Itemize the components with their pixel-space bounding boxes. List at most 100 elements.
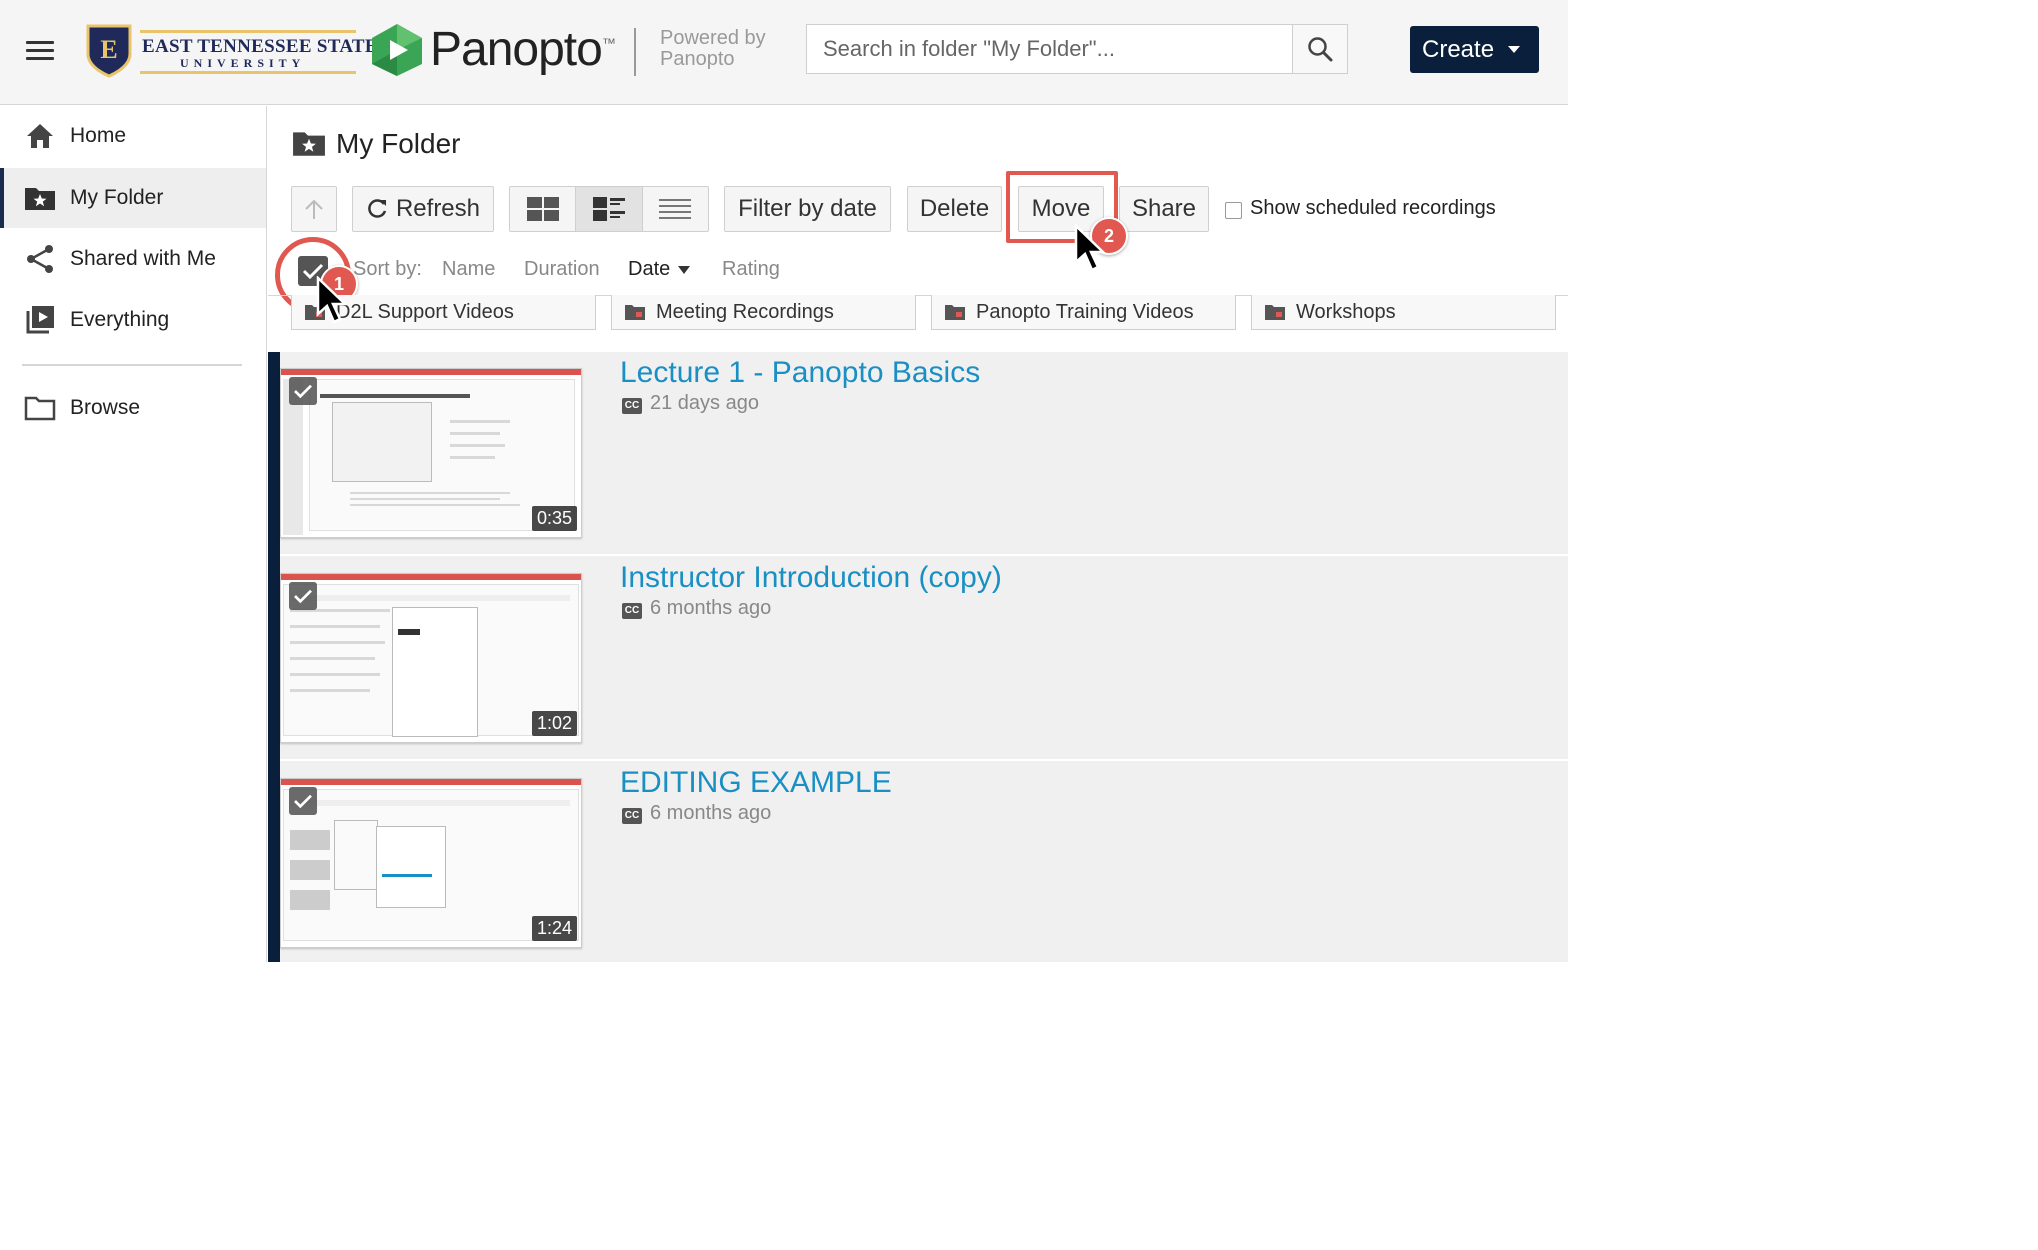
duration-badge: 1:02 xyxy=(531,711,577,736)
share-label: Share xyxy=(1131,195,1197,222)
checkmark-icon xyxy=(294,384,312,399)
sort-date-label: Date xyxy=(628,258,671,280)
subfolder-item[interactable]: Workshops xyxy=(1251,295,1556,330)
subfolder-item[interactable]: Meeting Recordings xyxy=(611,295,916,330)
share-button[interactable]: Share xyxy=(1119,186,1209,232)
delete-button[interactable]: Delete xyxy=(907,186,1002,232)
session-date: 21 days ago xyxy=(650,392,759,414)
show-scheduled-label[interactable]: Show scheduled recordings xyxy=(1250,197,1496,220)
subfolder-label: Meeting Recordings xyxy=(656,300,834,323)
sort-by-label: Sort by: xyxy=(353,258,422,280)
session-meta: CC 6 months ago xyxy=(622,802,771,825)
session-thumbnail[interactable]: 1:02 xyxy=(280,573,582,743)
sort-name-option[interactable]: Name xyxy=(442,258,495,281)
powered-by-text: Powered by Panopto xyxy=(660,27,766,70)
caret-down-icon xyxy=(678,265,691,274)
parent-folder-button[interactable] xyxy=(291,186,337,232)
closed-captions-icon: CC xyxy=(622,807,642,824)
session-row[interactable]: 0:35 Lecture 1 - Panopto Basics CC 21 da… xyxy=(280,352,1568,556)
sidebar-item-label: Shared with Me xyxy=(70,247,216,270)
etsu-name-line1: EAST TENNESSEE STATE xyxy=(142,36,378,57)
page-title: My Folder xyxy=(292,128,460,160)
session-date: 6 months ago xyxy=(650,597,772,619)
svg-text:E: E xyxy=(100,35,117,64)
session-meta: CC 6 months ago xyxy=(622,597,771,620)
session-thumbnail[interactable]: 1:24 xyxy=(280,778,582,948)
create-button[interactable]: Create xyxy=(1410,26,1539,73)
sort-duration-option[interactable]: Duration xyxy=(524,258,600,281)
session-checkbox[interactable] xyxy=(289,582,317,610)
session-checkbox[interactable] xyxy=(289,377,317,405)
checkmark-icon xyxy=(294,794,312,809)
panopto-wordmark: Panopto™ xyxy=(430,23,616,76)
main-content: My Folder Refresh Filter by date Delete … xyxy=(268,106,1568,962)
sort-date-option[interactable]: Date xyxy=(628,258,691,281)
grid-view-icon xyxy=(526,197,559,221)
subfolder-label: D2L Support Videos xyxy=(336,300,514,323)
subfolder-icon xyxy=(1264,303,1286,321)
folder-icon xyxy=(24,392,56,424)
subfolder-icon xyxy=(944,303,966,321)
search-button[interactable] xyxy=(1292,25,1347,73)
checkmark-icon xyxy=(294,589,312,604)
header-divider xyxy=(634,28,636,76)
sidebar-item-my-folder[interactable]: My Folder xyxy=(0,168,266,228)
panopto-logo-icon xyxy=(372,24,422,76)
session-title-link[interactable]: EDITING EXAMPLE xyxy=(620,766,892,800)
duration-badge: 1:24 xyxy=(531,916,577,941)
sidebar-item-browse[interactable]: Browse xyxy=(0,378,266,438)
sidebar-item-label: My Folder xyxy=(70,186,164,209)
starred-folder-icon xyxy=(292,129,326,159)
session-separator xyxy=(280,554,1568,556)
subfolder-label: Workshops xyxy=(1296,300,1396,323)
session-title-link[interactable]: Lecture 1 - Panopto Basics xyxy=(620,356,980,390)
sidebar-divider xyxy=(22,364,242,366)
refresh-button[interactable]: Refresh xyxy=(352,186,494,232)
starred-folder-icon xyxy=(24,182,56,214)
search-box xyxy=(806,24,1348,74)
home-icon xyxy=(24,120,56,152)
hamburger-menu-icon[interactable] xyxy=(26,41,54,61)
duration-badge: 0:35 xyxy=(531,506,577,531)
session-thumbnail[interactable]: 0:35 xyxy=(280,368,582,538)
session-row[interactable]: 1:02 Instructor Introduction (copy) CC 6… xyxy=(280,557,1568,761)
sidebar-item-home[interactable]: Home xyxy=(0,106,266,166)
sidebar-item-label: Everything xyxy=(70,308,170,331)
search-icon xyxy=(1308,37,1333,62)
subfolder-icon xyxy=(624,303,646,321)
refresh-icon xyxy=(368,199,387,218)
thumbnail-window-bar xyxy=(281,574,581,580)
session-row[interactable]: 1:24 EDITING EXAMPLE CC 6 months ago xyxy=(280,762,1568,966)
subfolder-item[interactable]: Panopto Training Videos xyxy=(931,295,1236,330)
list-view-icon xyxy=(659,199,692,219)
session-checkbox[interactable] xyxy=(289,787,317,815)
sidebar-item-everything[interactable]: Everything xyxy=(0,290,266,350)
view-grid-button[interactable] xyxy=(510,187,577,231)
view-list-button[interactable] xyxy=(643,187,708,231)
top-header: E EAST TENNESSEE STATE UNIVERSITY Panopt… xyxy=(0,0,1568,105)
etsu-name-line2: UNIVERSITY xyxy=(180,56,306,70)
filter-by-date-button[interactable]: Filter by date xyxy=(724,186,891,232)
share-icon xyxy=(24,243,56,275)
closed-captions-icon: CC xyxy=(622,602,642,619)
subfolder-label: Panopto Training Videos xyxy=(976,300,1194,323)
view-detail-button[interactable] xyxy=(576,187,643,231)
refresh-label: Refresh xyxy=(395,195,481,222)
detail-view-icon xyxy=(592,197,625,221)
search-input[interactable] xyxy=(807,25,1293,73)
view-mode-toggle xyxy=(509,186,709,232)
sidebar-item-shared-with-me[interactable]: Shared with Me xyxy=(0,229,266,289)
arrow-up-icon xyxy=(305,199,323,219)
sidebar-item-label: Home xyxy=(70,124,127,147)
sidebar-item-label: Browse xyxy=(70,396,141,419)
sort-rating-option[interactable]: Rating xyxy=(722,258,780,281)
session-list: 0:35 Lecture 1 - Panopto Basics CC 21 da… xyxy=(268,352,1568,962)
thumbnail-window-bar xyxy=(281,369,581,375)
sidebar: Home My Folder Shared with Me Everything… xyxy=(0,106,267,962)
show-scheduled-checkbox[interactable] xyxy=(1225,202,1242,219)
etsu-wordmark: EAST TENNESSEE STATE UNIVERSITY xyxy=(140,30,378,74)
etsu-shield-logo-icon: E xyxy=(86,24,132,78)
session-title-link[interactable]: Instructor Introduction (copy) xyxy=(620,561,1002,595)
mouse-pointer-icon xyxy=(316,276,349,324)
session-separator xyxy=(280,759,1568,761)
